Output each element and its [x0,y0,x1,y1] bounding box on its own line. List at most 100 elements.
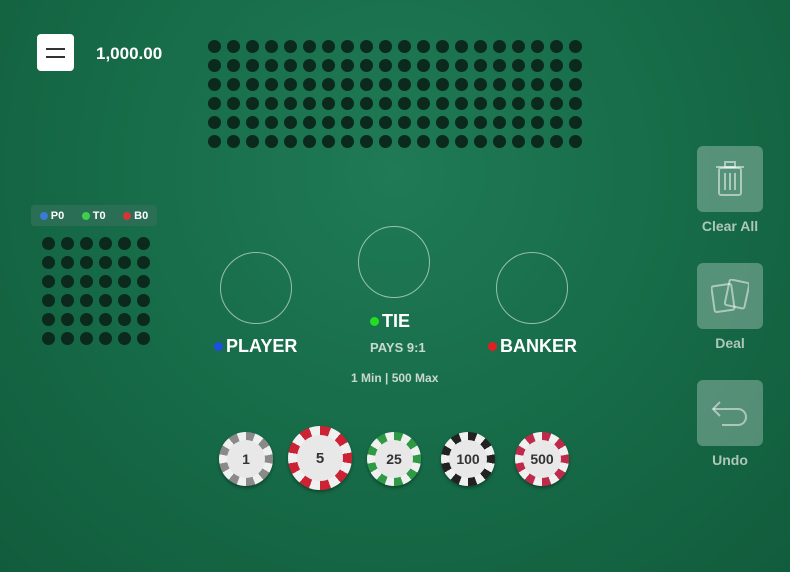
big-road-cell [227,59,240,72]
menu-button[interactable] [37,34,74,71]
player-bet-spot[interactable] [220,252,292,324]
big-road-cell [550,116,563,129]
big-road-cell [398,135,411,148]
chip-5[interactable]: 5 [288,426,352,490]
big-road-cell [379,135,392,148]
deal-button[interactable] [697,263,763,329]
chip-25[interactable]: 25 [367,432,421,486]
deal-label: Deal [715,335,745,351]
big-road-cell [379,78,392,91]
big-road-cell [227,97,240,110]
bead-road-cell [42,332,55,345]
big-road-cell [493,40,506,53]
big-road-cell [360,78,373,91]
big-road-cell [284,40,297,53]
bead-road-cell [99,256,112,269]
big-road-cell [531,116,544,129]
chip-100[interactable]: 100 [441,432,495,486]
big-road-cell [341,135,354,148]
big-road-cell [417,78,430,91]
big-road-cell [360,116,373,129]
tie-dot-icon [370,317,379,326]
big-road-cell [474,78,487,91]
big-road-cell [569,40,582,53]
bead-road-cell [118,313,131,326]
big-road-cell [303,116,316,129]
big-road-cell [474,116,487,129]
big-road-cell [265,97,278,110]
big-road-cell [379,97,392,110]
bead-road-cell [137,294,150,307]
bead-road-cell [118,237,131,250]
big-road-cell [436,78,449,91]
big-road-cell [284,59,297,72]
big-road-cell [474,59,487,72]
big-road-cell [455,116,468,129]
bead-road-cell [42,313,55,326]
big-road-cell [531,59,544,72]
big-road-cell [208,97,221,110]
bead-road-cell [99,294,112,307]
bead-road-cell [42,294,55,307]
bead-road-cell [118,275,131,288]
big-road-cell [379,40,392,53]
big-road-cell [550,40,563,53]
bead-road-cell [61,237,74,250]
player-count: P0 [39,210,64,222]
big-road-cell [493,59,506,72]
big-road-cell [227,116,240,129]
big-road-cell [512,116,525,129]
menu-icon-line [46,47,65,50]
big-road-cell [512,135,525,148]
big-road-cell [284,116,297,129]
big-road-cell [246,97,259,110]
banker-bet-label: BANKER [488,336,577,357]
player-dot-icon [214,342,223,351]
big-road-cell [436,135,449,148]
big-road-cell [417,40,430,53]
big-road-cell [512,78,525,91]
big-road-cell [455,59,468,72]
big-road-cell [322,135,335,148]
big-road-cell [569,59,582,72]
bead-road-cell [118,332,131,345]
big-road-cell [474,135,487,148]
undo-label: Undo [712,452,748,468]
bead-road-cell [99,332,112,345]
big-road-cell [246,40,259,53]
big-road-cell [398,78,411,91]
bead-road-cell [137,332,150,345]
bead-road-cell [42,275,55,288]
big-road-cell [322,40,335,53]
chip-1[interactable]: 1 [219,432,273,486]
banker-dot-icon [123,211,132,220]
big-road-cell [208,135,221,148]
big-road-cell [550,59,563,72]
bead-road-cell [42,237,55,250]
clear-all-button[interactable] [697,146,763,212]
player-bet-label: PLAYER [214,336,297,357]
big-road-cell [284,135,297,148]
big-road-cell [493,78,506,91]
bead-road-cell [99,275,112,288]
big-road-grid [208,40,582,148]
banker-bet-spot[interactable] [496,252,568,324]
big-road-cell [512,97,525,110]
table-limits: 1 Min | 500 Max [351,371,439,385]
big-road-cell [512,59,525,72]
banker-dot-icon [488,342,497,351]
player-dot-icon [39,211,48,220]
bead-road-cell [80,313,93,326]
big-road-cell [322,59,335,72]
big-road-cell [474,97,487,110]
bead-road-cell [80,256,93,269]
big-road-cell [436,116,449,129]
big-road-cell [398,40,411,53]
big-road-cell [284,78,297,91]
chip-500[interactable]: 500 [515,432,569,486]
big-road-cell [360,135,373,148]
undo-button[interactable] [697,380,763,446]
big-road-cell [322,116,335,129]
big-road-cell [265,135,278,148]
tie-bet-spot[interactable] [358,226,430,298]
